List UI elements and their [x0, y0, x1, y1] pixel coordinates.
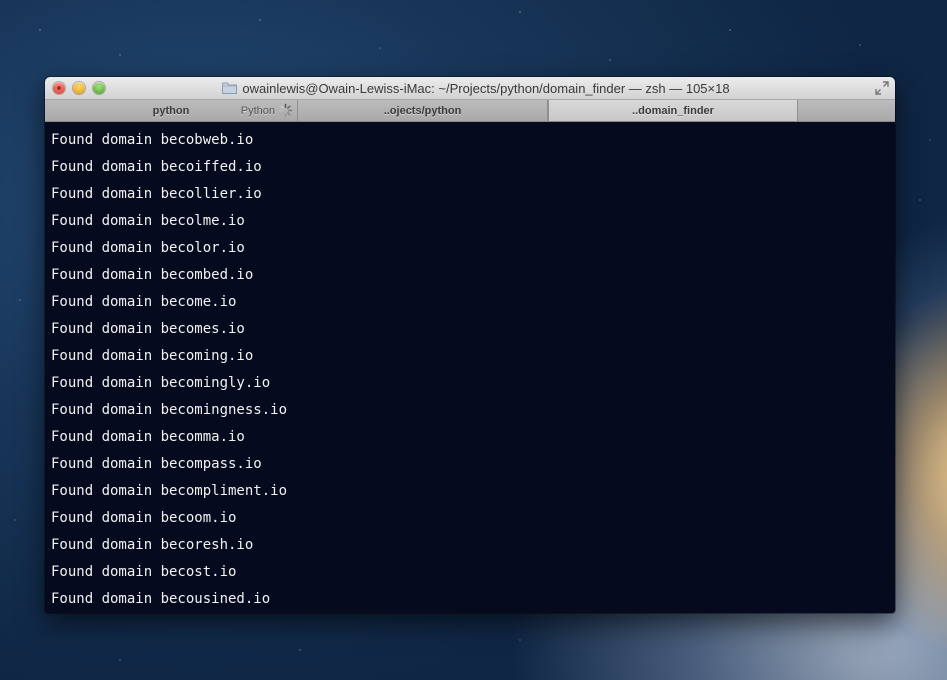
terminal-line: Found domain becoom.io — [51, 510, 237, 526]
terminal-line: Found domain becobweb.io — [51, 132, 254, 148]
terminal-output[interactable]: Found domain becobweb.io Found domain be… — [45, 122, 895, 613]
terminal-line: Found domain becombed.io — [51, 267, 254, 283]
terminal-line: Found domain becollier.io — [51, 186, 262, 202]
terminal-line: Found domain becolor.io — [51, 240, 245, 256]
folder-icon — [222, 82, 238, 94]
terminal-line: Found domain becolme.io — [51, 213, 245, 229]
terminal-line: Found domain becomingness.io — [51, 402, 288, 418]
tab-bar: python Python ..ojects/python ..domain_f… — [45, 100, 895, 122]
terminal-line: Found domain becost.io — [51, 564, 237, 580]
window-title-group: owainlewis@Owain-Lewiss-iMac: ~/Projects… — [45, 77, 895, 99]
tab-label: python — [152, 104, 190, 117]
terminal-line: Found domain becompliment.io — [51, 483, 288, 499]
terminal-line: Found domain becomes.io — [51, 321, 245, 337]
terminal-window: owainlewis@Owain-Lewiss-iMac: ~/Projects… — [45, 77, 895, 613]
tab-python[interactable]: python Python — [45, 100, 298, 121]
fullscreen-icon[interactable] — [875, 81, 889, 95]
tab-label: ..ojects/python — [383, 104, 462, 117]
terminal-line: Found domain becomingly.io — [51, 375, 271, 391]
terminal-line: Found domain becousined.io — [51, 591, 271, 607]
terminal-line: Found domain becoming.io — [51, 348, 254, 364]
title-bar[interactable]: owainlewis@Owain-Lewiss-iMac: ~/Projects… — [45, 77, 895, 100]
tab-bar-spacer — [798, 100, 895, 121]
tab-projects-python[interactable]: ..ojects/python — [298, 100, 548, 121]
terminal-line: Found domain becomma.io — [51, 429, 245, 445]
terminal-line: Found domain become.io — [51, 294, 237, 310]
window-title: owainlewis@Owain-Lewiss-iMac: ~/Projects… — [242, 80, 730, 96]
tab-label: ..domain_finder — [632, 104, 714, 117]
spinner-icon — [278, 103, 293, 118]
tab-domain-finder[interactable]: ..domain_finder — [548, 100, 798, 121]
tab-process-label: Python — [240, 104, 275, 117]
terminal-line: Found domain becoresh.io — [51, 537, 254, 553]
terminal-line: Found domain becompass.io — [51, 456, 262, 472]
terminal-line: Found domain becoiffed.io — [51, 159, 262, 175]
